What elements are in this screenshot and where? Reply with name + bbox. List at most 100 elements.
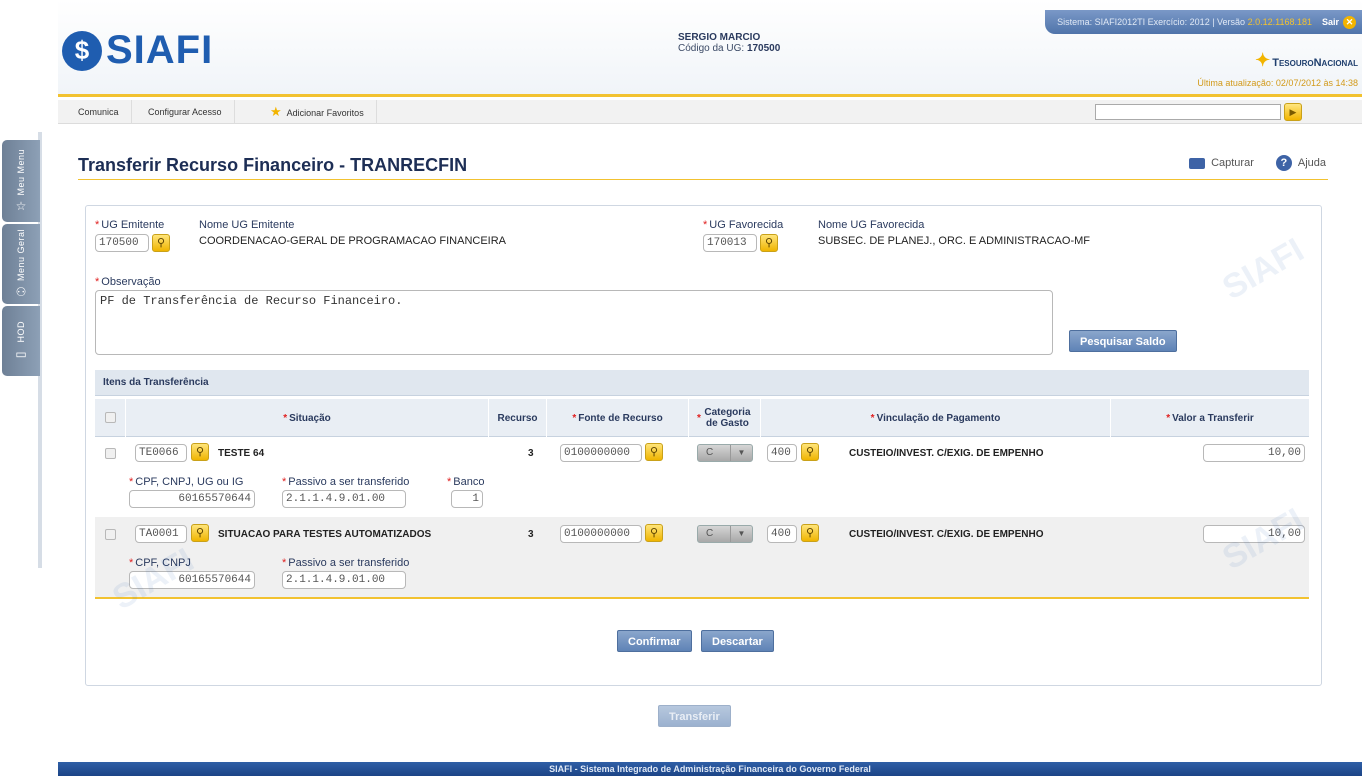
magnifier-icon: ⚲ xyxy=(764,237,774,249)
siafi-logo[interactable]: $ SIAFI xyxy=(62,28,213,73)
observacao-label-text: Observação xyxy=(101,276,161,288)
items-table-header: * Situação Recurso * Fonte de Recurso * Cat… xyxy=(95,399,1309,437)
help-button[interactable]: ? Ajuda xyxy=(1275,155,1326,171)
capture-button[interactable]: Capturar xyxy=(1189,157,1254,169)
categoria-select[interactable]: C ▼ xyxy=(697,444,753,462)
sub-label-passivo-text: Passivo a ser transferido xyxy=(288,476,410,488)
tesouro-text: TesouroNacional xyxy=(1272,57,1358,69)
monitor-icon: ▭ xyxy=(15,346,27,361)
system-text: Sistema: SIAFI2012TI Exercício: 2012 | V… xyxy=(1057,17,1246,27)
vinculacao-search-button[interactable]: ⚲ xyxy=(801,524,819,542)
pesquisar-saldo-button[interactable]: Pesquisar Saldo xyxy=(1069,330,1177,352)
tab-hod[interactable]: HOD ▭ xyxy=(2,306,40,376)
ug-favorecida-input[interactable]: 170013 xyxy=(703,234,757,252)
ug-favorecida-label-text: UG Favorecida xyxy=(709,219,784,231)
situacao-input[interactable]: TE0066 xyxy=(135,444,187,462)
magnifier-icon: ⚲ xyxy=(195,527,205,539)
quick-search-input[interactable] xyxy=(1095,104,1281,120)
page-title: Transferir Recurso Financeiro - TRANRECF… xyxy=(78,155,468,175)
tab-meu-menu[interactable]: Meu Menu ☆ xyxy=(2,140,40,222)
go-button[interactable]: ▶ xyxy=(1284,103,1302,121)
col-vinculacao: * Vinculação de Pagamento xyxy=(760,399,1110,437)
banco-input[interactable]: 1 xyxy=(451,490,483,508)
ug-info: Código da UG: 170500 xyxy=(678,43,780,54)
ug-emitente-label: * UG Emitente xyxy=(95,219,165,231)
descartar-button[interactable]: Descartar xyxy=(701,630,774,652)
tab-menu-geral-label: Menu Geral xyxy=(16,228,26,282)
cpf-input[interactable]: 60165570644 xyxy=(129,490,255,508)
passivo-input[interactable]: 2.1.1.4.9.01.00 xyxy=(282,571,406,589)
user-info: SERGIO MARCIO Código da UG: 170500 xyxy=(678,32,780,54)
col-categoria-label: Categoria de Gasto xyxy=(704,407,751,429)
row-checkbox[interactable] xyxy=(105,448,116,459)
sub-label-passivo: * Passivo a ser transferido xyxy=(282,476,410,488)
magnifier-icon: ⚲ xyxy=(195,446,205,458)
system-bar: Sistema: SIAFI2012TI Exercício: 2012 | V… xyxy=(1045,10,1362,34)
vinculacao-input[interactable]: 400 xyxy=(767,444,797,462)
col-vinculacao-label: Vinculação de Pagamento xyxy=(876,412,1001,424)
vinculacao-input[interactable]: 400 xyxy=(767,525,797,543)
tab-meu-menu-label: Meu Menu xyxy=(16,148,26,196)
col-recurso: Recurso xyxy=(488,399,546,437)
nome-ug-emitente-label: Nome UG Emitente xyxy=(199,219,295,231)
star-icon: ★ xyxy=(270,104,282,119)
sitemap-icon: ⚇ xyxy=(15,285,27,300)
ug-label: Código da UG: xyxy=(678,43,745,54)
valor-input[interactable]: 10,00 xyxy=(1203,444,1305,462)
items-section-title: Itens da Transferência xyxy=(95,370,1309,396)
menu-configurar-acesso[interactable]: Configurar Acesso xyxy=(136,100,235,124)
col-valor-label: Valor a Transferir xyxy=(1172,412,1254,424)
situacao-input[interactable]: TA0001 xyxy=(135,525,187,543)
vinculacao-desc: CUSTEIO/INVEST. C/EXIG. DE EMPENHO xyxy=(849,529,1044,540)
magnifier-icon: ⚲ xyxy=(649,527,659,539)
chevron-down-icon: ▼ xyxy=(730,526,752,542)
menu-adicionar-favoritos[interactable]: ★ Adicionar Favoritos xyxy=(258,100,377,124)
tesouro-logo: ✦ TesouroNacional xyxy=(1255,50,1358,71)
capture-label: Capturar xyxy=(1211,157,1254,169)
observacao-label: * Observação xyxy=(95,276,161,288)
passivo-input[interactable]: 2.1.1.4.9.01.00 xyxy=(282,490,406,508)
ug-emitente-search-button[interactable]: ⚲ xyxy=(152,234,170,252)
siafi-logo-text: SIAFI xyxy=(106,28,214,72)
sub-label-cpf: * CPF, CNPJ, UG ou IG xyxy=(129,476,244,488)
page-actions: Capturar ? Ajuda xyxy=(1189,155,1326,171)
camera-icon xyxy=(1189,157,1206,169)
fonte-search-button[interactable]: ⚲ xyxy=(645,524,663,542)
observacao-textarea[interactable]: PF de Transferência de Recurso Financeir… xyxy=(95,290,1053,355)
footer: SIAFI - Sistema Integrado de Administraç… xyxy=(58,762,1362,776)
categoria-select[interactable]: C ▼ xyxy=(697,525,753,543)
row-checkbox[interactable] xyxy=(105,529,116,540)
nome-ug-favorecida-label: Nome UG Favorecida xyxy=(818,219,925,231)
col-categoria: * Categoria de Gasto xyxy=(688,399,760,437)
situacao-search-button[interactable]: ⚲ xyxy=(191,443,209,461)
ug-favorecida-label: * UG Favorecida xyxy=(703,219,784,231)
sub-label-banco-text: Banco xyxy=(453,476,485,488)
help-label: Ajuda xyxy=(1297,157,1326,169)
menu-bar: Comunica Configurar Acesso ★ Adicionar Fa… xyxy=(58,100,1362,124)
vinculacao-search-button[interactable]: ⚲ xyxy=(801,443,819,461)
fonte-input[interactable]: 0100000000 xyxy=(560,525,642,543)
select-all-checkbox[interactable] xyxy=(105,412,116,423)
ug-favorecida-search-button[interactable]: ⚲ xyxy=(760,234,778,252)
magnifier-icon: ⚲ xyxy=(649,446,659,458)
last-update: Última atualização: 02/07/2012 às 14:38 xyxy=(1197,78,1358,88)
fonte-search-button[interactable]: ⚲ xyxy=(645,443,663,461)
chevron-down-icon: ▼ xyxy=(730,445,752,461)
user-name: SERGIO MARCIO xyxy=(678,32,761,43)
header: $ SIAFI SERGIO MARCIO Código da UG: 1705… xyxy=(58,0,1362,97)
help-icon: ? xyxy=(1275,155,1292,171)
confirmar-button[interactable]: Confirmar xyxy=(617,630,692,652)
ug-emitente-input[interactable]: 170500 xyxy=(95,234,149,252)
transferir-button[interactable]: Transferir xyxy=(658,705,731,727)
sub-label-passivo-text: Passivo a ser transferido xyxy=(288,557,410,569)
logout-label: Sair xyxy=(1321,17,1339,27)
fonte-input[interactable]: 0100000000 xyxy=(560,444,642,462)
version-text: 2.0.12.1168.181 xyxy=(1247,17,1312,27)
situacao-search-button[interactable]: ⚲ xyxy=(191,524,209,542)
logout-button[interactable]: Sair ✕ xyxy=(1321,15,1356,29)
col-fonte: * Fonte de Recurso xyxy=(546,399,688,437)
menu-comunica[interactable]: Comunica xyxy=(66,100,132,124)
star-icon: ☆ xyxy=(15,199,27,214)
tab-menu-geral[interactable]: Menu Geral ⚇ xyxy=(2,224,40,304)
col-situacao: * Situação xyxy=(125,399,488,437)
